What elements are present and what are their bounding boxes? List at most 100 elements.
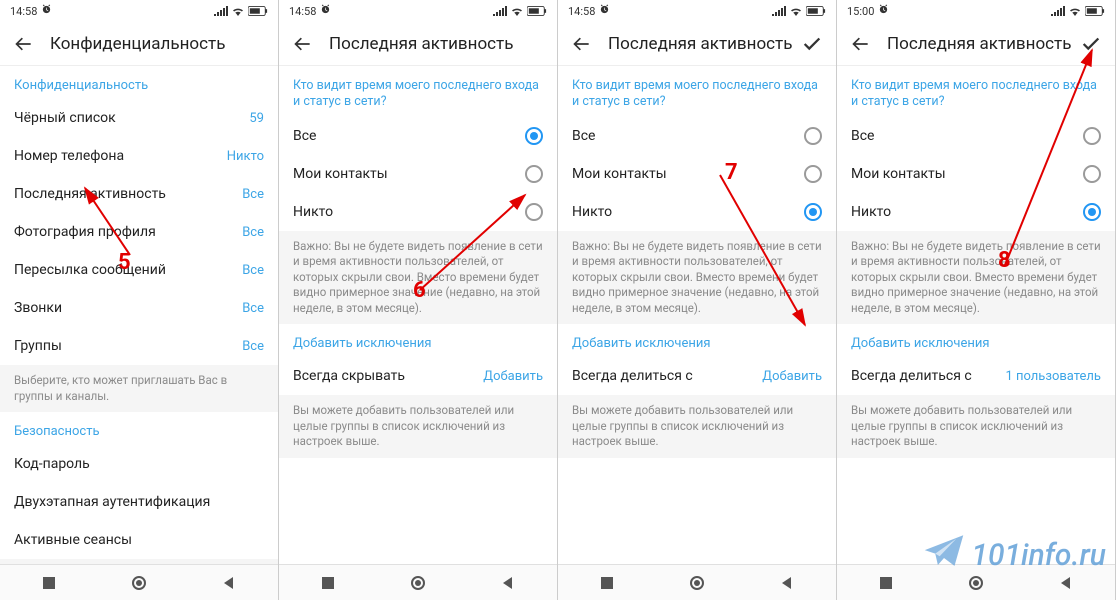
privacy-note: Важно: Вы не будете видеть появление в с… <box>558 231 836 325</box>
confirm-check-icon[interactable] <box>800 32 824 56</box>
row-value: Добавить <box>483 369 543 384</box>
row-calls[interactable]: Звонки Все <box>0 289 278 327</box>
option-nobody[interactable]: Никто <box>837 193 1115 231</box>
option-everybody[interactable]: Все <box>279 117 557 155</box>
back-icon[interactable] <box>291 32 315 56</box>
signal-icon <box>493 6 507 16</box>
status-time: 14:58 <box>568 5 595 18</box>
status-bar: 15:00 <box>837 0 1115 22</box>
signal-icon <box>1051 6 1065 16</box>
android-nav <box>558 564 836 600</box>
row-profile-photo[interactable]: Фотография профиля Все <box>0 213 278 251</box>
status-bar: 14:58 <box>558 0 836 22</box>
row-always-hide[interactable]: Всегда скрывать Добавить <box>279 357 557 395</box>
option-everybody[interactable]: Все <box>558 117 836 155</box>
app-bar: Последняя активность <box>558 22 836 66</box>
row-passcode[interactable]: Код-пароль <box>0 445 278 483</box>
privacy-note: Важно: Вы не будете видеть появление в с… <box>837 231 1115 325</box>
wifi-icon <box>231 6 245 16</box>
row-value: Все <box>242 225 264 240</box>
row-value: Все <box>242 339 264 354</box>
app-bar: Конфиденциальность <box>0 22 278 66</box>
radio-icon <box>525 127 543 145</box>
nav-back[interactable] <box>1025 575 1108 591</box>
exceptions-header: Добавить исключения <box>837 324 1115 357</box>
row-value: Никто <box>227 149 264 164</box>
option-label: Мои контакты <box>293 166 388 182</box>
alarm-icon <box>878 4 889 18</box>
row-value: Все <box>242 263 264 278</box>
row-label: Код-пароль <box>14 456 90 472</box>
nav-home[interactable] <box>97 574 180 592</box>
status-bar: 14:58 <box>279 0 557 22</box>
option-label: Все <box>572 128 595 144</box>
row-label: Всегда делиться с <box>851 368 972 384</box>
row-two-step[interactable]: Двухэтапная аутентификация <box>0 483 278 521</box>
question-text: Кто видит время моего последнего входа и… <box>837 66 1115 117</box>
section-privacy-header: Конфиденциальность <box>0 66 278 99</box>
nav-back[interactable] <box>188 575 271 591</box>
back-icon[interactable] <box>12 32 36 56</box>
exceptions-help: Вы можете добавить пользователей или цел… <box>837 395 1115 458</box>
page-title: Последняя активность <box>329 34 545 54</box>
row-label: Всегда делиться с <box>572 368 693 384</box>
back-icon[interactable] <box>849 32 873 56</box>
option-label: Мои контакты <box>851 166 946 182</box>
nav-recent[interactable] <box>844 575 927 591</box>
row-groups[interactable]: Группы Все <box>0 327 278 365</box>
option-contacts[interactable]: Мои контакты <box>837 155 1115 193</box>
page-title: Последняя активность <box>608 34 800 54</box>
signal-icon <box>772 6 786 16</box>
row-sessions[interactable]: Активные сеансы <box>0 521 278 559</box>
nav-home[interactable] <box>376 574 459 592</box>
row-label: Двухэтапная аутентификация <box>14 494 210 510</box>
screen-last-seen-saved: 15:00 Последняя активность Кто видит вре… <box>837 0 1116 600</box>
row-label: Активные сеансы <box>14 532 132 548</box>
row-label: Группы <box>14 338 62 354</box>
option-label: Никто <box>851 204 891 220</box>
radio-icon <box>1083 127 1101 145</box>
signal-icon <box>214 6 228 16</box>
row-blacklist[interactable]: Чёрный список 59 <box>0 99 278 137</box>
row-label: Фотография профиля <box>14 224 156 240</box>
row-always-share[interactable]: Всегда делиться с Добавить <box>558 357 836 395</box>
section-security-header: Безопасность <box>0 412 278 445</box>
confirm-check-icon[interactable] <box>1079 32 1103 56</box>
battery-icon <box>806 6 826 16</box>
nav-back[interactable] <box>746 575 829 591</box>
settings-list: Конфиденциальность Чёрный список 59 Номе… <box>0 66 278 564</box>
option-contacts[interactable]: Мои контакты <box>279 155 557 193</box>
question-text: Кто видит время моего последнего входа и… <box>558 66 836 117</box>
row-label: Последняя активность <box>14 186 166 202</box>
nav-home[interactable] <box>655 574 738 592</box>
radio-icon <box>525 203 543 221</box>
app-bar: Последняя активность <box>837 22 1115 66</box>
option-label: Мои контакты <box>572 166 667 182</box>
row-forward[interactable]: Пересылка сообщений Все <box>0 251 278 289</box>
nav-recent[interactable] <box>286 575 369 591</box>
row-always-share[interactable]: Всегда делиться с 1 пользователь <box>837 357 1115 395</box>
nav-back[interactable] <box>467 575 550 591</box>
option-nobody[interactable]: Никто <box>558 193 836 231</box>
status-bar: 14:58 <box>0 0 278 22</box>
row-value: 59 <box>249 111 264 126</box>
row-last-seen[interactable]: Последняя активность Все <box>0 175 278 213</box>
option-everybody[interactable]: Все <box>837 117 1115 155</box>
exceptions-help: Вы можете добавить пользователей или цел… <box>279 395 557 458</box>
row-value: Добавить <box>762 369 822 384</box>
nav-recent[interactable] <box>565 575 648 591</box>
nav-home[interactable] <box>934 574 1017 592</box>
alarm-icon <box>599 4 610 18</box>
page-title: Последняя активность <box>887 34 1079 54</box>
back-icon[interactable] <box>570 32 594 56</box>
row-label: Всегда скрывать <box>293 368 405 384</box>
option-contacts[interactable]: Мои контакты <box>558 155 836 193</box>
status-time: 15:00 <box>847 5 874 18</box>
row-phone[interactable]: Номер телефона Никто <box>0 137 278 175</box>
android-nav <box>0 564 278 600</box>
battery-icon <box>527 6 547 16</box>
option-nobody[interactable]: Никто <box>279 193 557 231</box>
row-value: Все <box>242 187 264 202</box>
radio-icon <box>1083 165 1101 183</box>
nav-recent[interactable] <box>7 575 90 591</box>
